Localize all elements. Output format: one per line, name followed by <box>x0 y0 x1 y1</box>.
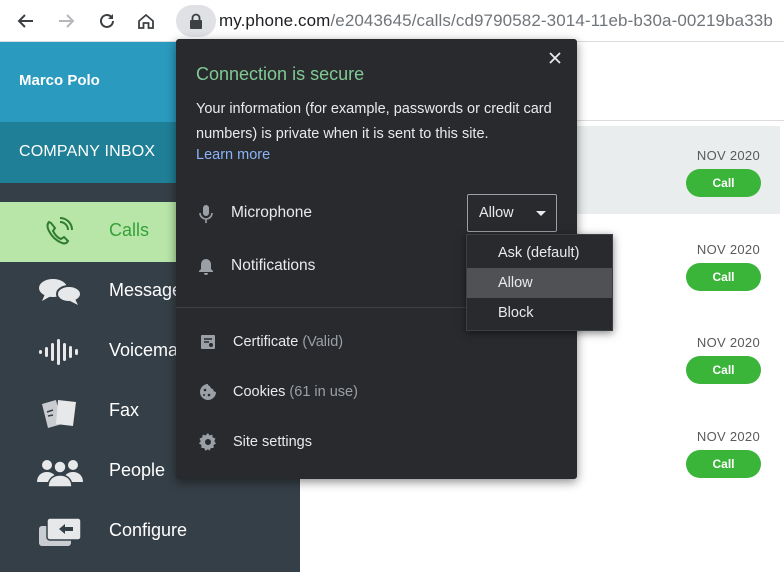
sidebar-item-label: Fax <box>109 400 140 420</box>
connection-description: Your information (for example, passwords… <box>196 101 552 142</box>
user-name: Marco Polo <box>19 72 100 89</box>
call-button[interactable]: Call <box>686 450 761 478</box>
site-settings-link[interactable]: Site settings <box>176 422 577 462</box>
call-date: NOV 2020 <box>696 429 760 444</box>
permission-dropdown-menu: Ask (default) Allow Block <box>466 234 613 331</box>
call-button[interactable]: Call <box>686 169 761 197</box>
url-host: my.phone.com <box>219 11 331 30</box>
microphone-label: Microphone <box>231 204 312 221</box>
microphone-permission-row: Microphone Allow <box>176 194 577 234</box>
certificate-label: Certificate (Valid) <box>233 334 343 350</box>
notifications-label: Notifications <box>231 257 316 274</box>
option-label: Allow <box>498 275 533 291</box>
bell-icon <box>196 257 216 277</box>
configure-icon <box>37 514 83 550</box>
back-button[interactable] <box>11 6 41 36</box>
sidebar-item-label: Calls <box>109 220 150 240</box>
fax-icon <box>37 394 83 430</box>
people-icon <box>37 454 83 490</box>
reload-button[interactable] <box>92 6 122 36</box>
option-label: Ask (default) <box>498 245 580 261</box>
home-button[interactable] <box>131 6 161 36</box>
certificate-text: Certificate <box>233 334 299 350</box>
cookies-count: (61 in use) <box>289 384 358 400</box>
call-button[interactable]: Call <box>686 263 761 291</box>
sidebar-item-label: People <box>109 460 166 480</box>
cookies-label: Cookies (61 in use) <box>233 384 358 400</box>
back-arrow-icon <box>17 14 33 28</box>
close-button[interactable] <box>545 48 565 68</box>
call-date: NOV 2020 <box>696 335 760 350</box>
url-path: /e2043645/calls/cd9790582-3014-11eb-b30a… <box>330 11 773 30</box>
option-block[interactable]: Block <box>467 298 612 328</box>
sidebar-item-configure[interactable]: Configure <box>0 502 300 562</box>
company-inbox-label: COMPANY INBOX <box>19 143 156 160</box>
microphone-permission-value: Allow <box>479 205 514 221</box>
certificate-status: (Valid) <box>302 334 344 350</box>
call-button[interactable]: Call <box>686 356 761 384</box>
option-ask-default[interactable]: Ask (default) <box>467 238 612 268</box>
cookies-text: Cookies <box>233 384 286 400</box>
learn-more-link[interactable]: Learn more <box>196 147 270 163</box>
option-label: Block <box>498 305 534 321</box>
sidebar-item-label: Configure <box>109 520 188 540</box>
address-bar[interactable]: my.phone.com/e2043645/calls/cd9790582-30… <box>176 4 784 38</box>
lock-icon <box>190 13 202 29</box>
browser-window: my.phone.com/e2043645/calls/cd9790582-30… <box>0 0 784 572</box>
call-date: NOV 2020 <box>696 242 760 257</box>
home-icon <box>138 13 154 29</box>
phone-call-icon <box>37 214 83 250</box>
cookies-link[interactable]: Cookies (61 in use) <box>176 372 577 412</box>
site-settings-label: Site settings <box>233 434 312 450</box>
option-allow[interactable]: Allow <box>467 268 612 298</box>
site-info-button[interactable] <box>176 5 216 37</box>
url-text: my.phone.com/e2043645/calls/cd9790582-30… <box>219 11 773 31</box>
connection-status-title: Connection is secure <box>196 64 365 84</box>
forward-arrow-icon <box>59 14 75 28</box>
microphone-icon <box>196 204 216 224</box>
sidebar-item-label: Voicemail <box>109 340 187 360</box>
chevron-down-icon <box>536 211 546 216</box>
microphone-permission-select[interactable]: Allow <box>467 194 557 232</box>
chat-bubbles-icon <box>37 274 83 310</box>
gear-icon <box>198 432 218 452</box>
reload-icon <box>100 13 114 28</box>
call-date: NOV 2020 <box>696 148 760 163</box>
browser-toolbar: my.phone.com/e2043645/calls/cd9790582-30… <box>0 0 784 42</box>
voice-wave-icon <box>37 334 83 370</box>
certificate-icon <box>198 332 218 352</box>
forward-button[interactable] <box>51 6 81 36</box>
cookie-icon <box>198 382 218 402</box>
close-icon <box>549 52 561 64</box>
